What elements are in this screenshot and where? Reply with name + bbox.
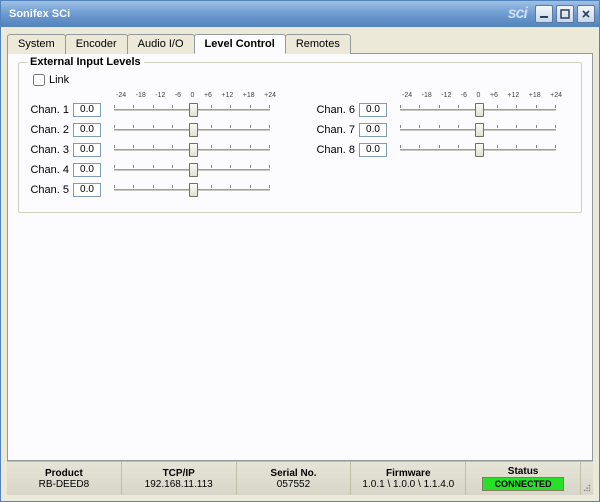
link-label: Link xyxy=(49,74,69,86)
channels-left-col: Link -24 -18 -12 -6 0 +6 +12 xyxy=(27,73,277,200)
channel-row: Chan. 50.0 xyxy=(27,180,277,200)
channel-label: Chan. 4 xyxy=(27,164,73,176)
channel-slider[interactable] xyxy=(111,101,273,119)
channel-label: Chan. 1 xyxy=(27,104,73,116)
channel-value[interactable]: 0.0 xyxy=(73,143,101,157)
titlebar: Sonifex SCi sci xyxy=(1,1,599,27)
app-window: Sonifex SCi sci System Encoder Audio I/O… xyxy=(0,0,600,502)
status-firmware: Firmware 1.0.1 \ 1.0.0 \ 1.1.4.0 xyxy=(351,462,466,495)
close-icon xyxy=(581,9,591,19)
channel-row: Chan. 40.0 xyxy=(27,160,277,180)
tab-pane: External Input Levels Link -24 -18 xyxy=(7,53,593,461)
channel-slider[interactable] xyxy=(397,141,559,159)
slider-thumb[interactable] xyxy=(475,103,484,117)
channel-row: Chan. 60.0 xyxy=(313,100,563,120)
channel-label: Chan. 2 xyxy=(27,124,73,136)
slider-thumb[interactable] xyxy=(189,123,198,137)
channels-right-col: x -24 -18 -12 -6 0 +6 +12 +18 xyxy=(313,73,563,200)
client-area: System Encoder Audio I/O Level Control R… xyxy=(1,27,599,501)
channel-slider[interactable] xyxy=(111,141,273,159)
channel-label: Chan. 3 xyxy=(27,144,73,156)
external-input-levels-group: External Input Levels Link -24 -18 xyxy=(18,62,582,213)
slider-thumb[interactable] xyxy=(189,103,198,117)
channel-value[interactable]: 0.0 xyxy=(359,103,387,117)
close-button[interactable] xyxy=(577,5,595,23)
status-connection: Status CONNECTED xyxy=(466,462,581,495)
grip-icon xyxy=(583,483,591,493)
channel-slider[interactable] xyxy=(397,121,559,139)
resize-grip[interactable] xyxy=(581,462,593,495)
channel-row: Chan. 10.0 xyxy=(27,100,277,120)
channel-slider[interactable] xyxy=(111,181,273,199)
slider-thumb[interactable] xyxy=(475,123,484,137)
channel-label: Chan. 8 xyxy=(313,144,359,156)
channel-row: Chan. 20.0 xyxy=(27,120,277,140)
slider-thumb[interactable] xyxy=(189,143,198,157)
status-ip: TCP/IP 192.168.11.113 xyxy=(122,462,237,495)
channel-value[interactable]: 0.0 xyxy=(73,103,101,117)
status-serial: Serial No. 057552 xyxy=(237,462,352,495)
tab-level-control[interactable]: Level Control xyxy=(194,34,286,54)
channel-value[interactable]: 0.0 xyxy=(359,123,387,137)
window-title: Sonifex SCi xyxy=(9,8,508,20)
channel-label: Chan. 5 xyxy=(27,184,73,196)
channel-row: Chan. 30.0 xyxy=(27,140,277,160)
slider-thumb[interactable] xyxy=(189,163,198,177)
tab-encoder[interactable]: Encoder xyxy=(65,34,128,54)
channel-value[interactable]: 0.0 xyxy=(73,163,101,177)
window-controls xyxy=(535,5,595,23)
tab-audio-io[interactable]: Audio I/O xyxy=(127,34,195,54)
brand-logo: sci xyxy=(508,5,527,23)
maximize-button[interactable] xyxy=(556,5,574,23)
minimize-icon xyxy=(539,9,549,19)
slider-thumb[interactable] xyxy=(475,143,484,157)
status-bar: Product RB-DEED8 TCP/IP 192.168.11.113 S… xyxy=(7,461,593,495)
channel-label: Chan. 7 xyxy=(313,124,359,136)
maximize-icon xyxy=(560,9,570,19)
channel-row: Chan. 80.0 xyxy=(313,140,563,160)
channel-value[interactable]: 0.0 xyxy=(359,143,387,157)
connection-badge: CONNECTED xyxy=(482,477,564,491)
channel-label: Chan. 6 xyxy=(313,104,359,116)
channel-row: Chan. 70.0 xyxy=(313,120,563,140)
status-product: Product RB-DEED8 xyxy=(7,462,122,495)
scale-labels-right: -24 -18 -12 -6 0 +6 +12 +18 +24 xyxy=(401,92,563,99)
channel-slider[interactable] xyxy=(111,161,273,179)
tab-header: System Encoder Audio I/O Level Control R… xyxy=(7,33,593,53)
group-title: External Input Levels xyxy=(27,56,144,68)
scale-labels-left: -24 -18 -12 -6 0 +6 +12 +18 +24 xyxy=(115,92,277,99)
channel-value[interactable]: 0.0 xyxy=(73,183,101,197)
slider-thumb[interactable] xyxy=(189,183,198,197)
link-checkbox[interactable] xyxy=(33,74,45,86)
channel-slider[interactable] xyxy=(397,101,559,119)
tab-remotes[interactable]: Remotes xyxy=(285,34,351,54)
channel-slider[interactable] xyxy=(111,121,273,139)
tab-system[interactable]: System xyxy=(7,34,66,54)
minimize-button[interactable] xyxy=(535,5,553,23)
channel-value[interactable]: 0.0 xyxy=(73,123,101,137)
